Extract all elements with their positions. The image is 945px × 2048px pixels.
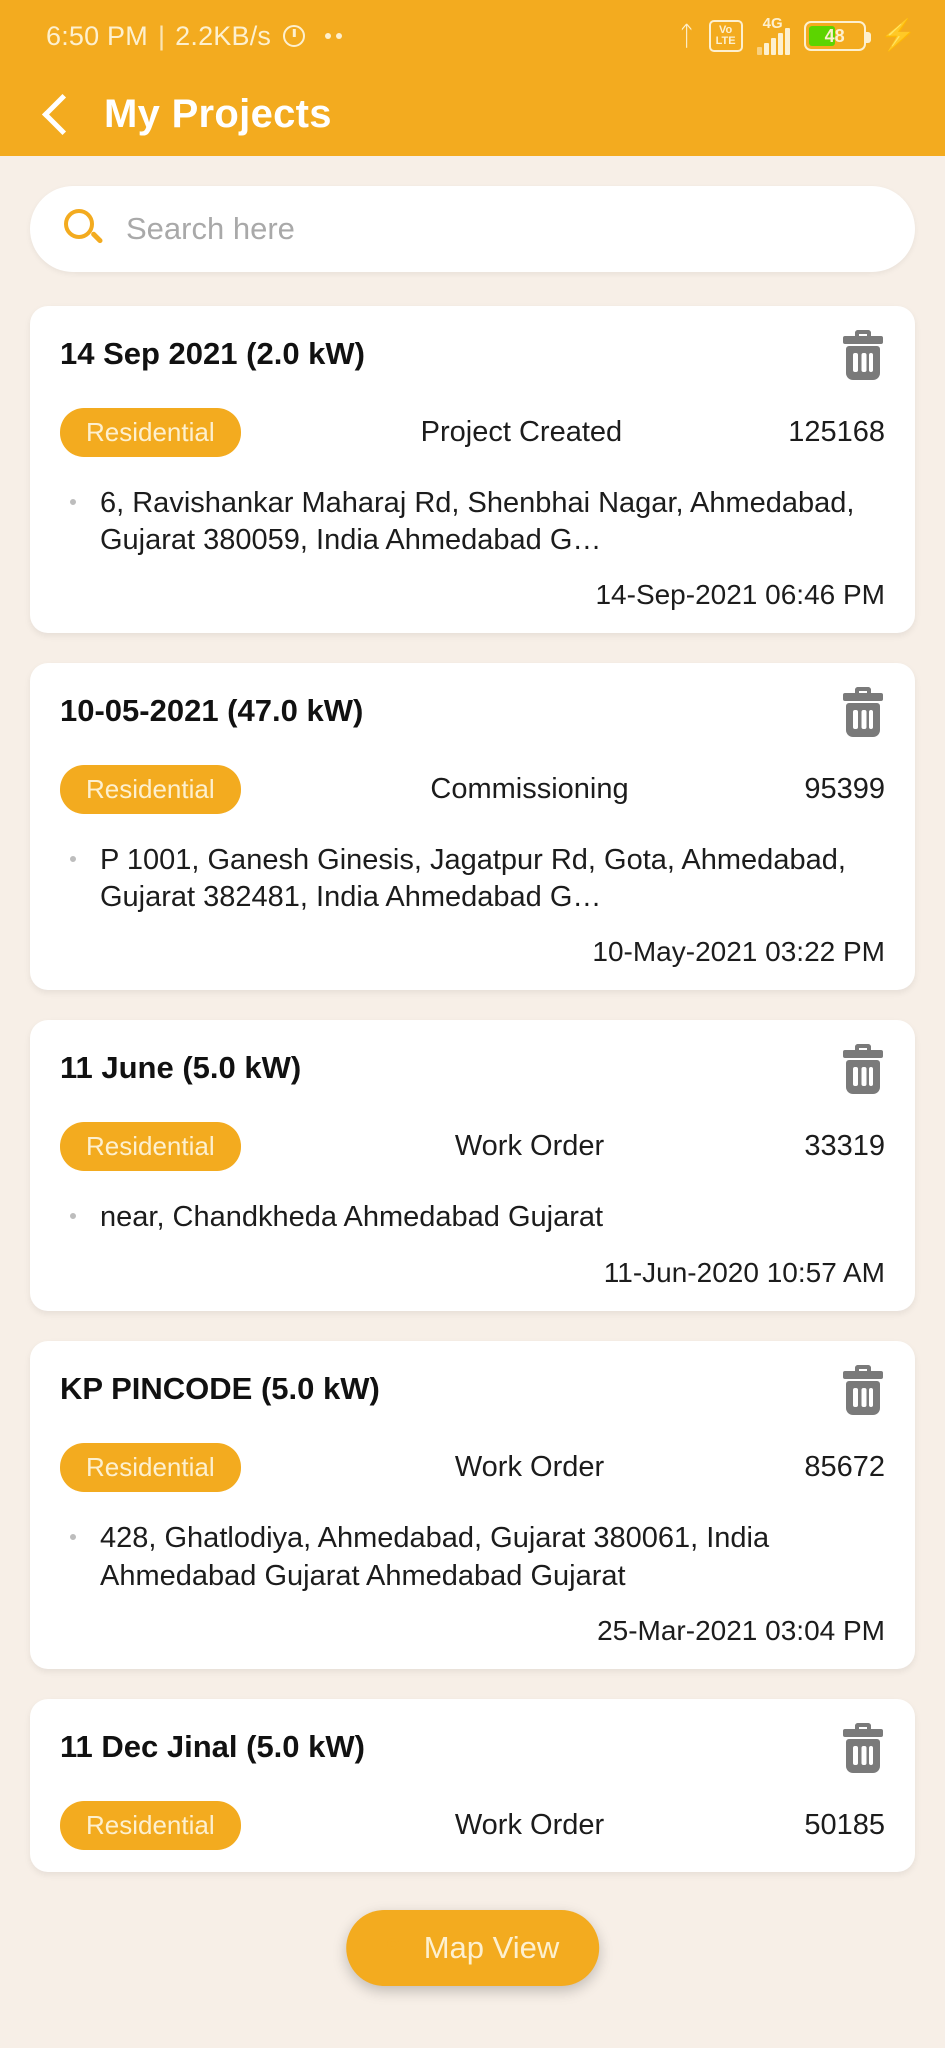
trash-icon[interactable]: [841, 1365, 885, 1417]
card-header: 10-05-2021 (47.0 kW): [60, 687, 885, 739]
app-bar: My Projects: [0, 72, 945, 156]
map-view-label: Map View: [423, 1930, 560, 1965]
trash-icon[interactable]: [841, 687, 885, 739]
card-header: 11 Dec Jinal (5.0 kW): [60, 1722, 885, 1775]
project-stage: Work Order: [454, 1451, 605, 1484]
location-pin-icon: [60, 1524, 86, 1558]
status-separator: |: [157, 20, 166, 51]
project-address-row: 6, Ravishankar Maharaj Rd, Shenbhai Naga…: [60, 485, 885, 559]
trash-icon[interactable]: [841, 1722, 885, 1775]
card-meta-row: Residential Work Order 33319: [60, 1122, 885, 1172]
battery-icon: 48: [803, 21, 871, 51]
status-bar-right: ᛏ Vo LTE 4G 48 ⚡: [678, 14, 917, 55]
project-card[interactable]: 11 Dec Jinal (5.0 kW) Residential Work Ord…: [30, 1698, 915, 1872]
search-section: [0, 156, 945, 272]
project-stage: Commissioning: [430, 773, 629, 806]
project-id: 85672: [804, 1451, 885, 1484]
project-address: P 1001, Ganesh Ginesis, Jagatpur Rd, Got…: [100, 844, 846, 914]
card-meta-row: Residential Commissioning 95399: [60, 765, 885, 815]
status-network-speed: 2.2KB/s: [175, 20, 272, 51]
page-title: My Projects: [104, 91, 332, 136]
search-input[interactable]: [126, 211, 881, 247]
status-badge: Residential: [60, 765, 241, 815]
card-meta-row: Residential Work Order 50185: [60, 1800, 885, 1850]
status-time: 6:50 PM: [46, 20, 148, 51]
project-address-row: P 1001, Ganesh Ginesis, Jagatpur Rd, Got…: [60, 842, 885, 916]
card-meta-row: Residential Work Order 85672: [60, 1443, 885, 1493]
charging-bolt-icon: ⚡: [879, 19, 917, 52]
card-header: 14 Sep 2021 (2.0 kW): [60, 330, 885, 382]
status-badge: Residential: [60, 1122, 241, 1172]
location-pin-icon: [60, 846, 86, 880]
status-bar-left: 6:50 PM | 2.2KB/s: [46, 20, 343, 52]
card-meta-row: Residential Project Created 125168: [60, 408, 885, 457]
project-id: 50185: [804, 1808, 885, 1841]
location-pin-icon: [60, 1203, 86, 1237]
project-stage: Work Order: [454, 1130, 605, 1163]
project-title: 11 June (5.0 kW): [60, 1050, 302, 1086]
card-header: 11 June (5.0 kW): [60, 1044, 885, 1096]
project-id: 95399: [804, 773, 885, 806]
project-list[interactable]: 14 Sep 2021 (2.0 kW) Residential Project C…: [0, 272, 945, 1872]
project-card[interactable]: 11 June (5.0 kW) Residential Work Order 333…: [30, 1020, 915, 1312]
project-card[interactable]: 10-05-2021 (47.0 kW) Residential Commissio…: [30, 663, 915, 991]
project-card[interactable]: 14 Sep 2021 (2.0 kW) Residential Project C…: [30, 306, 915, 634]
my-projects-screen: 6:50 PM | 2.2KB/s ᛏ Vo LTE 4G 48 ⚡ My Pro…: [0, 0, 945, 2048]
project-stage: Work Order: [454, 1808, 605, 1841]
status-badge: Residential: [60, 408, 241, 457]
project-title: 11 Dec Jinal (5.0 kW): [60, 1728, 365, 1764]
project-address: 6, Ravishankar Maharaj Rd, Shenbhai Naga…: [100, 487, 855, 557]
alarm-icon: [281, 23, 307, 49]
project-address: 428, Ghatlodiya, Ahmedabad, Gujarat 3800…: [100, 1522, 770, 1592]
status-bar: 6:50 PM | 2.2KB/s ᛏ Vo LTE 4G 48 ⚡: [0, 0, 945, 72]
map-view-button[interactable]: Map View: [345, 1910, 600, 1986]
status-badge: Residential: [60, 1800, 241, 1850]
project-id: 125168: [788, 416, 885, 448]
network-generation-label: 4G: [762, 14, 783, 32]
project-timestamp: 25-Mar-2021 03:04 PM: [597, 1614, 885, 1646]
project-stage: Project Created: [420, 416, 623, 448]
bluetooth-icon: ᛏ: [678, 20, 695, 51]
signal-strength-icon: 4G: [756, 14, 790, 55]
project-title: 14 Sep 2021 (2.0 kW): [60, 336, 365, 371]
battery-percent-label: 48: [824, 25, 845, 46]
project-card[interactable]: KP PINCODE (5.0 kW) Residential Work Order…: [30, 1341, 915, 1669]
project-address-row: 428, Ghatlodiya, Ahmedabad, Gujarat 3800…: [60, 1520, 885, 1594]
project-id: 33319: [804, 1130, 885, 1163]
volte-icon: Vo LTE: [708, 20, 743, 52]
trash-icon[interactable]: [841, 330, 885, 382]
back-chevron-icon[interactable]: [40, 94, 74, 134]
trash-icon[interactable]: [841, 1044, 885, 1096]
location-pin-icon: [60, 489, 86, 523]
map-pin-icon: [378, 1929, 408, 1967]
more-dots-icon: [325, 33, 343, 39]
project-timestamp: 11-Jun-2020 10:57 AM: [603, 1257, 885, 1289]
search-bar[interactable]: [30, 186, 915, 272]
project-title: 10-05-2021 (47.0 kW): [60, 693, 364, 729]
project-timestamp: 10-May-2021 03:22 PM: [592, 936, 885, 968]
project-address-row: near, Chandkheda Ahmedabad Gujarat: [60, 1199, 885, 1237]
search-icon: [64, 209, 104, 249]
status-badge: Residential: [60, 1443, 241, 1493]
project-address: near, Chandkheda Ahmedabad Gujarat: [100, 1201, 604, 1234]
project-title: KP PINCODE (5.0 kW): [60, 1371, 380, 1407]
project-timestamp: 14-Sep-2021 06:46 PM: [595, 579, 885, 611]
card-header: KP PINCODE (5.0 kW): [60, 1365, 885, 1417]
